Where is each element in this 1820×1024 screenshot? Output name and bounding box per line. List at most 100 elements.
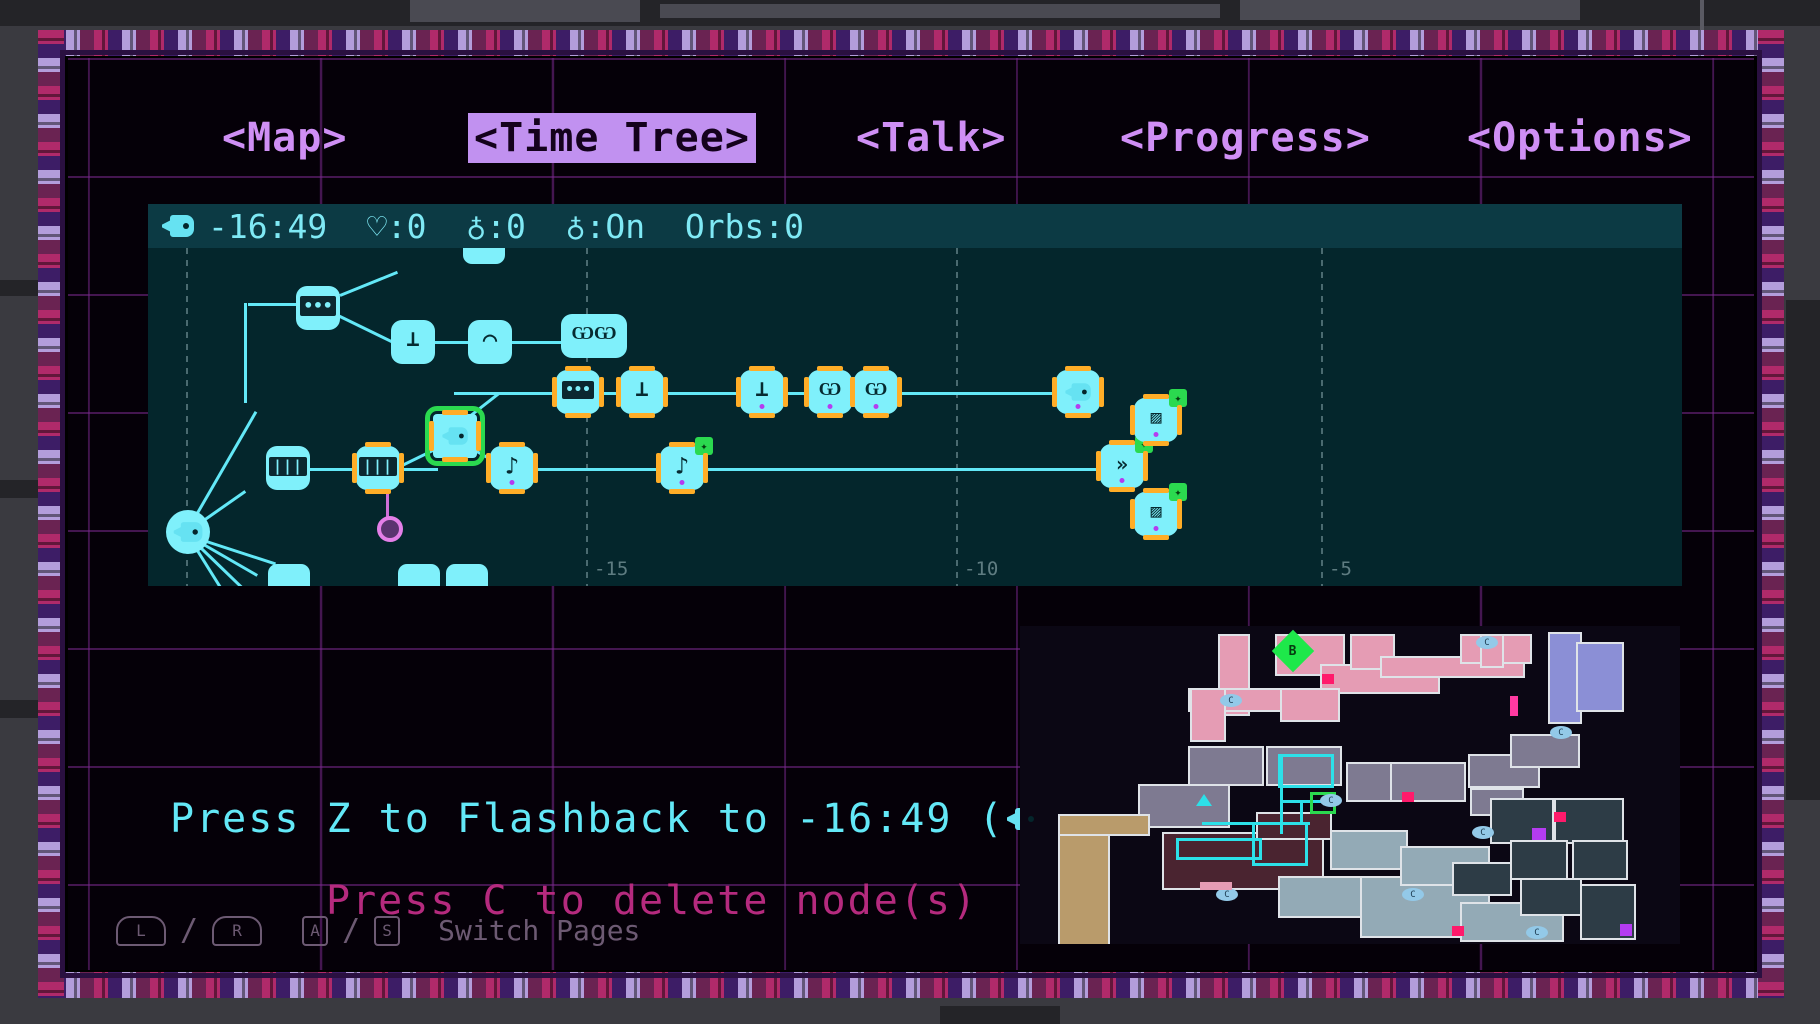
minimap-item <box>1532 828 1546 840</box>
minimap[interactable]: B <box>1020 626 1680 944</box>
minimap-item <box>1620 924 1632 936</box>
tree-edge <box>339 270 399 297</box>
key-r-icon[interactable]: R <box>212 915 263 946</box>
minimap-route <box>1252 822 1308 866</box>
separator-1: / <box>180 913 199 948</box>
minimap-room <box>1510 840 1568 880</box>
node-current-selected[interactable] <box>425 406 485 466</box>
minimap-save-point <box>1402 888 1424 901</box>
minimap-direction-icon <box>1196 794 1212 806</box>
bg-right-rail <box>1786 300 1820 800</box>
node-enemy[interactable]: ѠѠ <box>557 310 631 362</box>
minimap-item <box>1402 792 1414 802</box>
node-partial[interactable] <box>446 564 488 586</box>
minimap-save-point <box>1472 826 1494 839</box>
time-gridline <box>956 248 958 586</box>
top-navigation: <Map> <Time Tree> <Talk> <Progress> <Opt… <box>68 110 1754 166</box>
minimap-item <box>1200 882 1232 890</box>
minimap-save-point <box>1220 694 1242 707</box>
flashback-hint-text: Press Z to Flashback to -16:49 ( <box>170 796 1005 842</box>
fish-icon <box>162 215 194 237</box>
tab-time-tree[interactable]: <Time Tree> <box>468 113 756 163</box>
minimap-room <box>1330 830 1408 870</box>
node-flashback[interactable] <box>1052 366 1104 418</box>
node-map[interactable]: ▨ ✦ <box>1130 483 1187 540</box>
node-dash[interactable]: » ✦ <box>1096 435 1153 492</box>
bg-plate-b <box>660 4 1220 18</box>
bg-plate-c <box>1240 0 1580 20</box>
minimap-item <box>1322 674 1334 684</box>
status-summary: -16:49 ♡:0 ♁:0 ♁:On Orbs:0 <box>208 206 805 246</box>
node-partial[interactable] <box>398 564 440 586</box>
tab-map[interactable]: <Map> <box>216 113 353 163</box>
bg-bottom-tab <box>940 1006 1060 1024</box>
minimap-save-point <box>1476 636 1498 649</box>
bg-plate-a <box>410 0 640 22</box>
node-save[interactable]: ⊥ <box>736 366 788 418</box>
switch-pages-label: Switch Pages <box>438 914 641 947</box>
node-root-flashback[interactable] <box>162 506 214 558</box>
tree-edge <box>508 468 1108 471</box>
time-tree-canvas[interactable]: -15 -10 -5 ••• ⊥ ◠ ѠѠ ••• ⊥ ⊥ Ѡ Ѡ ||| ||… <box>148 248 1682 586</box>
minimap-room <box>1520 878 1582 916</box>
bg-notch-b <box>0 480 40 498</box>
node-enemy[interactable]: Ѡ <box>804 366 856 418</box>
key-l-icon[interactable]: L <box>116 915 166 946</box>
flashback-hint: Press Z to Flashback to -16:49 ( ) <box>170 796 1067 842</box>
minimap-save-point <box>1526 926 1548 939</box>
separator-2: / <box>342 913 361 948</box>
node-ladder[interactable]: ||| <box>352 442 404 494</box>
minimap-room <box>1188 746 1264 786</box>
minimap-item <box>1554 812 1566 822</box>
minimap-route <box>1300 800 1303 824</box>
tree-edge <box>337 314 398 346</box>
minimap-route <box>1176 838 1262 860</box>
status-bar: -16:49 ♡:0 ♁:0 ♁:On Orbs:0 <box>148 204 1682 248</box>
time-gridline <box>1321 248 1323 586</box>
key-s-icon[interactable]: S <box>374 915 401 946</box>
minimap-route <box>1278 754 1334 788</box>
minimap-room <box>1510 734 1580 768</box>
node-save[interactable]: ⊥ <box>387 316 439 368</box>
minimap-room <box>1280 688 1340 722</box>
time-tree-panel: -16:49 ♡:0 ♁:0 ♁:On Orbs:0 -15 -10 -5 ••… <box>148 204 1682 586</box>
tab-progress[interactable]: <Progress> <box>1114 113 1377 163</box>
time-orb[interactable] <box>377 516 403 542</box>
axis-tick-label: -5 <box>1329 558 1352 580</box>
minimap-room <box>1058 814 1150 836</box>
key-a-icon[interactable]: A <box>302 915 329 946</box>
tab-talk[interactable]: <Talk> <box>850 113 1013 163</box>
node-dialogue[interactable]: ••• <box>292 282 344 334</box>
minimap-save-point <box>1550 726 1572 739</box>
minimap-room <box>1576 642 1624 712</box>
minimap-save-point <box>1320 794 1342 807</box>
green-marker-icon: ✦ <box>1169 483 1187 501</box>
game-screen: <Map> <Time Tree> <Talk> <Progress> <Opt… <box>68 58 1754 970</box>
bg-line-a <box>1700 0 1704 30</box>
node-save[interactable]: ⊥ <box>616 366 668 418</box>
tab-options[interactable]: <Options> <box>1461 113 1699 163</box>
node-partial[interactable] <box>463 248 505 264</box>
node-music[interactable]: ♪ <box>486 442 538 494</box>
bg-notch-c <box>0 700 40 718</box>
node-music[interactable]: ♪ ✦ <box>656 437 713 494</box>
node-enemy[interactable]: Ѡ <box>850 366 902 418</box>
minimap-room <box>1572 840 1628 880</box>
node-dialogue[interactable]: ••• <box>552 366 604 418</box>
tree-edge <box>454 392 502 395</box>
bg-notch-a <box>0 280 40 296</box>
green-marker-icon: ✦ <box>1169 389 1187 407</box>
minimap-room <box>1452 862 1512 896</box>
green-marker-icon: ✦ <box>695 437 713 455</box>
axis-tick-label: -10 <box>964 558 999 580</box>
node-partial[interactable] <box>268 564 310 586</box>
game-window: <Map> <Time Tree> <Talk> <Progress> <Opt… <box>38 30 1784 998</box>
node-map[interactable]: ▨ ✦ <box>1130 389 1187 446</box>
node-door[interactable]: ◠ <box>464 316 516 368</box>
footer-hints: L / R A / S Switch Pages <box>116 913 640 948</box>
minimap-item <box>1452 926 1464 936</box>
node-ladder[interactable]: ||| <box>262 442 314 494</box>
axis-tick-label: -15 <box>594 558 629 580</box>
tree-edge <box>244 303 247 403</box>
minimap-item <box>1510 696 1518 716</box>
